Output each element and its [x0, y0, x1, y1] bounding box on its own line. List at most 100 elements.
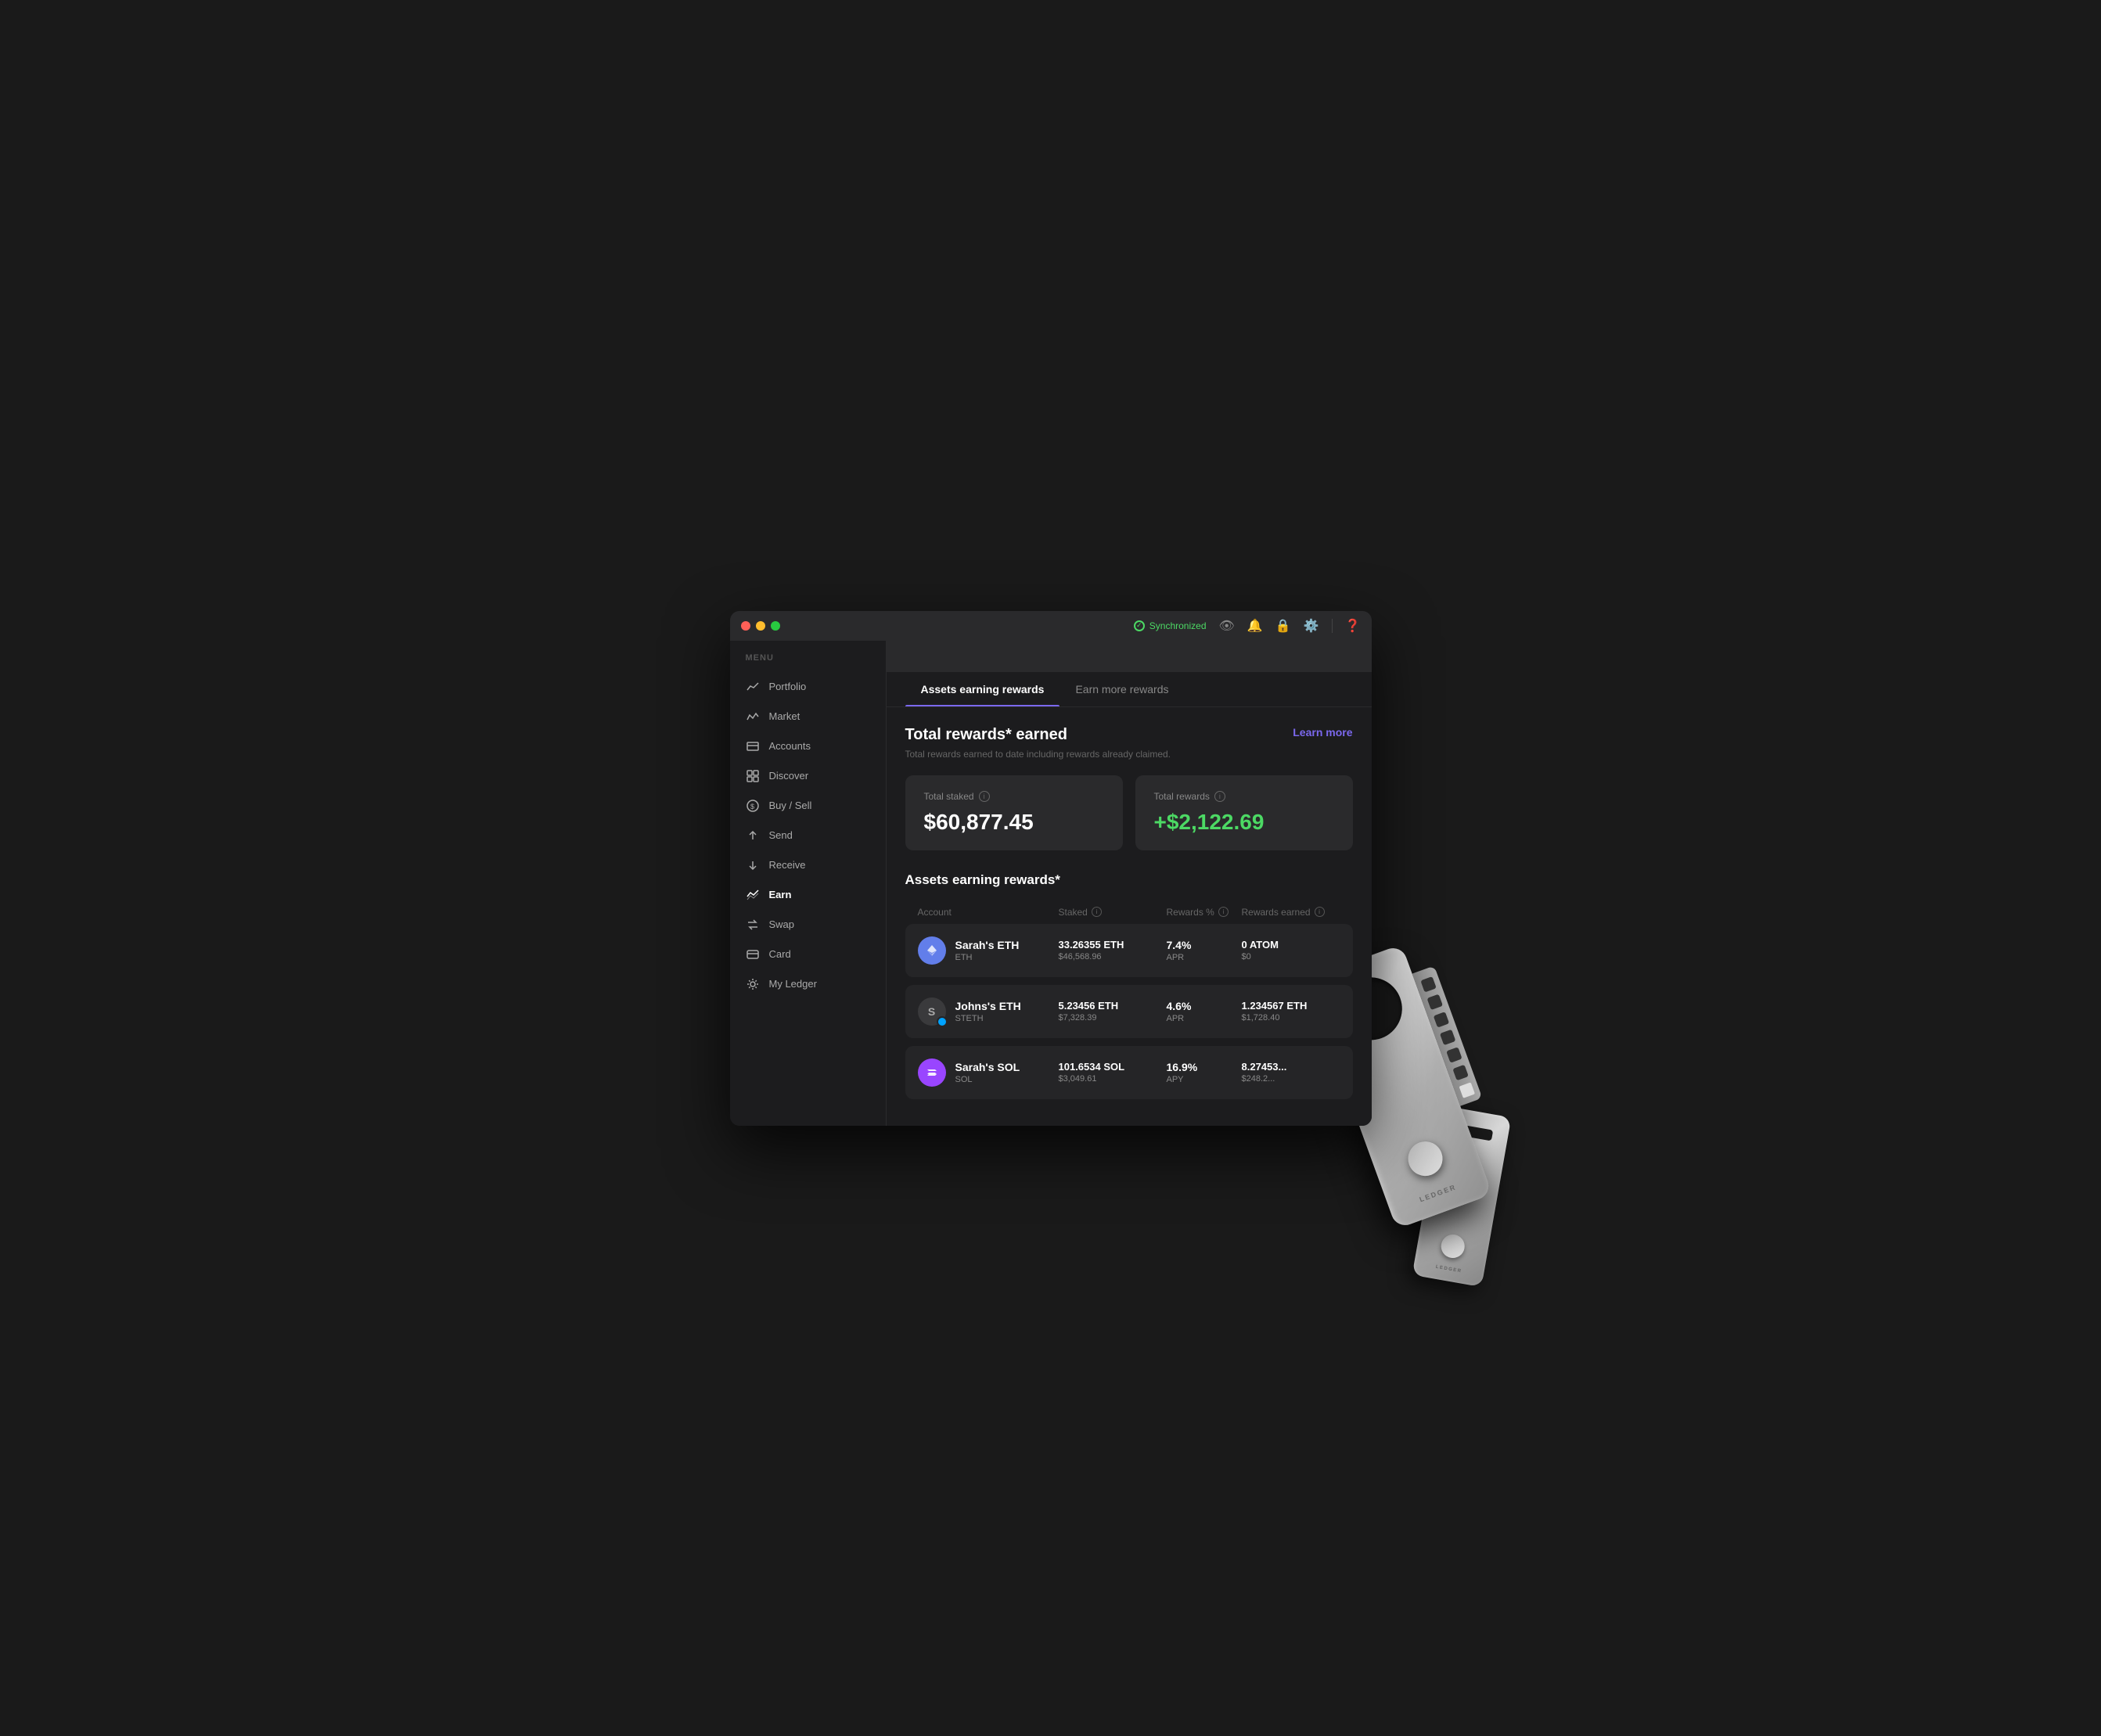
sidebar-item-swap[interactable]: Swap — [730, 910, 886, 940]
card-label: Card — [769, 948, 791, 960]
top-bar — [887, 641, 1372, 672]
send-label: Send — [769, 829, 793, 841]
lock-icon[interactable]: 🔒 — [1275, 618, 1291, 634]
rewards-earned-val-sol: 8.27453... — [1242, 1061, 1340, 1073]
nano-brand: LEDGER — [1435, 1264, 1462, 1274]
staked-steth: 5.23456 ETH $7,328.39 — [1059, 1000, 1157, 1023]
total-rewards-label: Total rewards i — [1154, 791, 1334, 802]
rewards-earned-usd-sol: $248.2... — [1242, 1074, 1340, 1084]
col-rewards-pct: Rewards % i — [1167, 907, 1232, 918]
rewards-pct-val-steth: 4.6% — [1167, 1000, 1232, 1012]
market-icon — [746, 710, 760, 724]
sidebar-item-card[interactable]: Card — [730, 940, 886, 969]
buy-sell-icon: $ — [746, 799, 760, 813]
rewards-pct-val-sol: 16.9% — [1167, 1061, 1232, 1073]
sidebar-item-discover[interactable]: Discover — [730, 761, 886, 791]
nano-button — [1439, 1232, 1466, 1260]
asset-info-sol: Sarah's SOL SOL — [918, 1058, 1049, 1087]
assets-section-title: Assets earning rewards* — [905, 872, 1353, 888]
discover-label: Discover — [769, 770, 809, 782]
asset-name-eth: Sarah's ETH — [955, 939, 1020, 951]
sidebar-item-earn[interactable]: Earn — [730, 880, 886, 910]
eye-icon[interactable]: 👁 — [1219, 618, 1235, 634]
sync-status: ✓ Synchronized — [1134, 620, 1207, 631]
sidebar-item-market[interactable]: Market — [730, 702, 886, 731]
titlebar-divider — [1332, 619, 1333, 633]
tab-earn-more[interactable]: Earn more rewards — [1059, 672, 1184, 706]
device-side-panel — [1412, 965, 1482, 1105]
ledger-nano-device: LEDGER — [1412, 1105, 1511, 1286]
content-area: Total rewards* earned Total rewards earn… — [887, 707, 1372, 1126]
total-rewards-card: Total rewards i +$2,122.69 — [1135, 775, 1353, 850]
rewards-pct-steth: 4.6% APR — [1167, 1000, 1232, 1023]
staked-amount-sol: 101.6534 SOL — [1059, 1061, 1157, 1073]
table-row[interactable]: Sarah's ETH ETH 33.26355 ETH $46,568.96 … — [905, 924, 1353, 977]
portfolio-icon — [746, 680, 760, 694]
receive-label: Receive — [769, 859, 806, 871]
help-icon[interactable]: ❓ — [1345, 618, 1361, 634]
bell-icon[interactable]: 🔔 — [1247, 618, 1263, 634]
nano-screen — [1452, 1123, 1493, 1141]
learn-more-link[interactable]: Learn more — [1293, 726, 1352, 739]
sidebar-item-buy-sell[interactable]: $ Buy / Sell — [730, 791, 886, 821]
rewards-type-sol: APY — [1167, 1075, 1232, 1084]
rewards-pct-val-eth: 7.4% — [1167, 939, 1232, 951]
total-staked-value: $60,877.45 — [924, 810, 1104, 835]
sidebar-item-my-ledger[interactable]: My Ledger — [730, 969, 886, 999]
rewards-earned-col-info[interactable]: i — [1315, 907, 1325, 917]
steth-badge — [937, 1016, 948, 1027]
staked-amount-eth: 33.26355 ETH — [1059, 939, 1157, 951]
col-staked: Staked i — [1059, 907, 1157, 918]
col-rewards-earned: Rewards earned i — [1242, 907, 1340, 918]
staked-amount-steth: 5.23456 ETH — [1059, 1000, 1157, 1012]
table-row[interactable]: S Johns's ETH STETH 5.23456 ETH $7,328.3… — [905, 985, 1353, 1038]
tabs: Assets earning rewards Earn more rewards — [887, 672, 1372, 707]
send-icon — [746, 828, 760, 843]
staked-info-icon[interactable]: i — [979, 791, 990, 802]
sol-icon — [918, 1058, 946, 1087]
asset-name-steth: Johns's ETH — [955, 1000, 1021, 1012]
rewards-title-block: Total rewards* earned Total rewards earn… — [905, 726, 1171, 760]
svg-text:$: $ — [750, 803, 754, 810]
rewards-earned-val-eth: 0 ATOM — [1242, 939, 1340, 951]
eth-icon — [918, 936, 946, 965]
my-ledger-label: My Ledger — [769, 978, 817, 990]
asset-info-steth: S Johns's ETH STETH — [918, 997, 1049, 1026]
sync-label: Synchronized — [1149, 620, 1207, 631]
rewards-earned-val-steth: 1.234567 ETH — [1242, 1000, 1340, 1012]
table-row[interactable]: Sarah's SOL SOL 101.6534 SOL $3,049.61 1… — [905, 1046, 1353, 1099]
close-button[interactable] — [741, 621, 750, 631]
device-button — [1403, 1136, 1447, 1180]
col-account: Account — [918, 907, 1049, 918]
asset-ticker-eth: ETH — [955, 953, 1020, 962]
earn-icon — [746, 888, 760, 902]
sidebar-item-accounts[interactable]: Accounts — [730, 731, 886, 761]
asset-details-eth: Sarah's ETH ETH — [955, 939, 1020, 962]
accounts-label: Accounts — [769, 740, 811, 752]
maximize-button[interactable] — [771, 621, 780, 631]
minimize-button[interactable] — [756, 621, 765, 631]
my-ledger-icon — [746, 977, 760, 991]
gear-icon[interactable]: ⚙️ — [1304, 618, 1319, 634]
rewards-info-icon[interactable]: i — [1214, 791, 1225, 802]
tab-assets-earning[interactable]: Assets earning rewards — [905, 672, 1060, 706]
titlebar-actions: ✓ Synchronized 👁 🔔 🔒 ⚙️ ❓ — [1134, 618, 1361, 634]
sidebar-item-send[interactable]: Send — [730, 821, 886, 850]
total-rewards-value: +$2,122.69 — [1154, 810, 1334, 835]
sidebar-item-receive[interactable]: Receive — [730, 850, 886, 880]
staked-usd-steth: $7,328.39 — [1059, 1013, 1157, 1023]
rewards-type-eth: APR — [1167, 953, 1232, 962]
asset-ticker-steth: STETH — [955, 1014, 1021, 1023]
main-content: Assets earning rewards Earn more rewards… — [887, 641, 1372, 1126]
total-staked-label: Total staked i — [924, 791, 1104, 802]
table-header: Account Staked i Rewards % i Rewards ear… — [905, 900, 1353, 924]
app-layout: MENU Portfolio Market — [730, 641, 1372, 1126]
market-label: Market — [769, 710, 800, 722]
rewards-earned-eth: 0 ATOM $0 — [1242, 939, 1340, 961]
staked-col-info[interactable]: i — [1092, 907, 1102, 917]
rewards-earned-sol: 8.27453... $248.2... — [1242, 1061, 1340, 1084]
sidebar-item-portfolio[interactable]: Portfolio — [730, 672, 886, 702]
rewards-pct-col-info[interactable]: i — [1218, 907, 1229, 917]
device-brand: LEDGER — [1418, 1183, 1457, 1203]
receive-icon — [746, 858, 760, 872]
